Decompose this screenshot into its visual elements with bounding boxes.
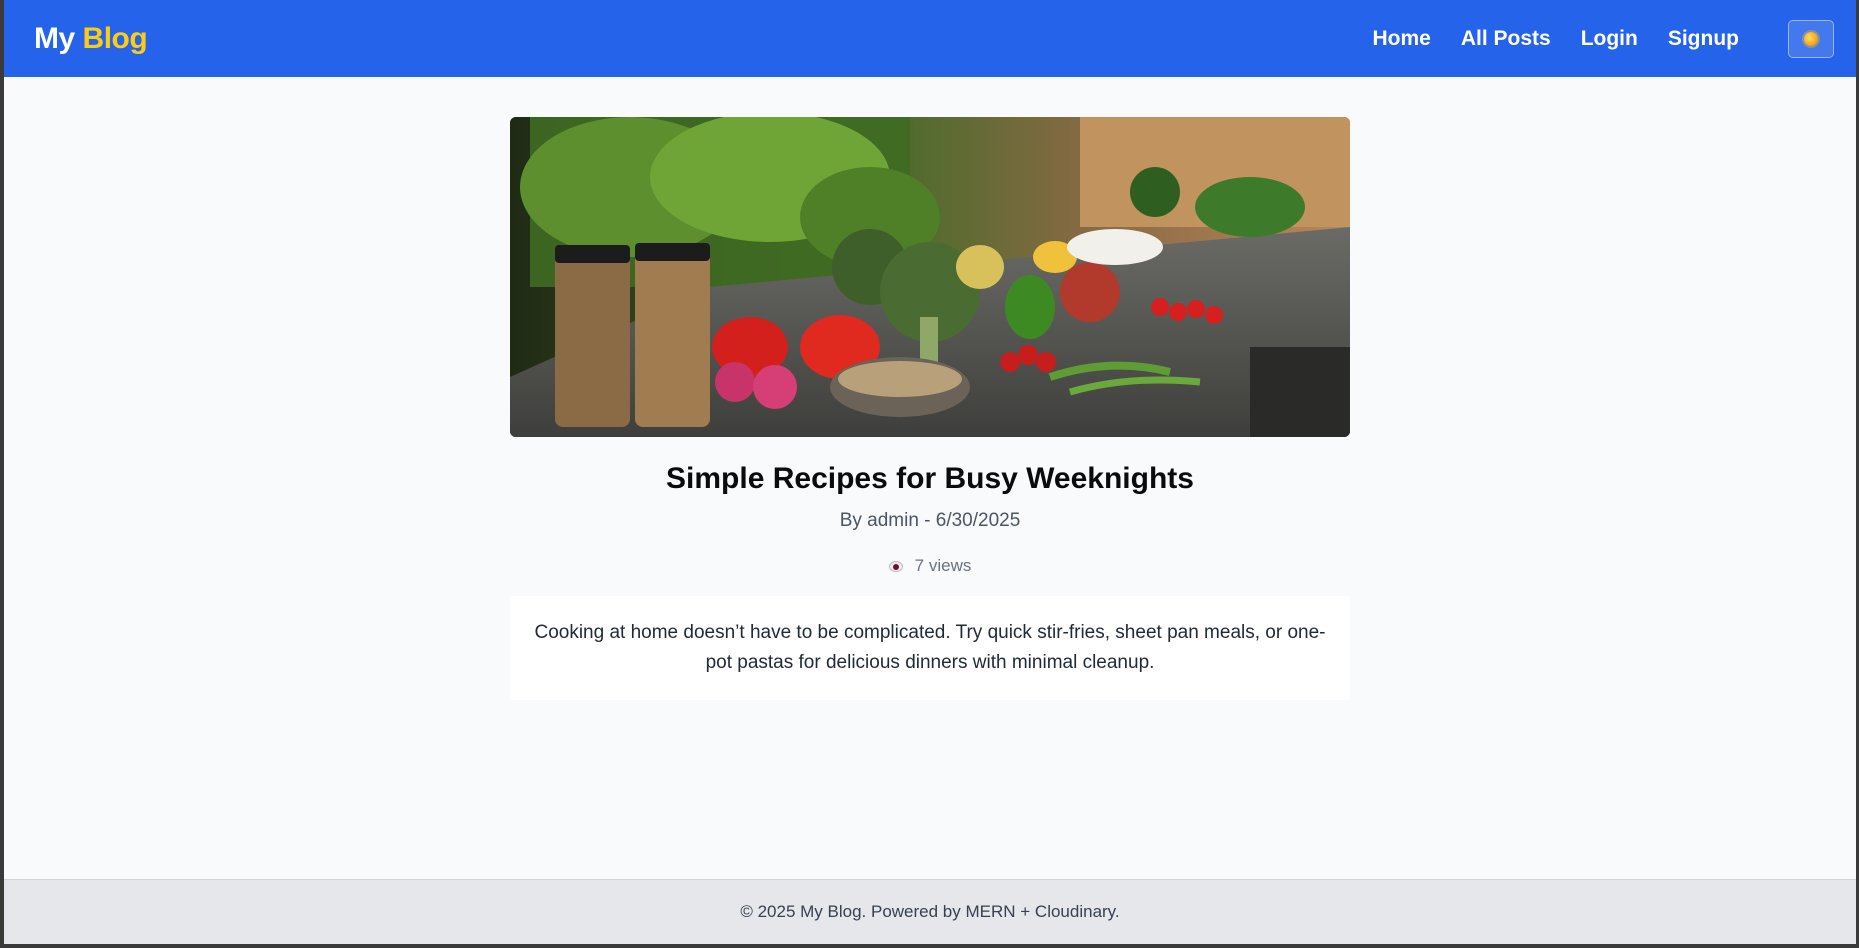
views-count: 7 views <box>914 556 972 575</box>
post-views: 7 views <box>888 556 972 576</box>
post-hero-image <box>510 117 1350 437</box>
brand-accent: Blog <box>82 21 148 55</box>
post-content: Cooking at home doesn’t have to be compl… <box>510 596 1350 700</box>
nav-login-link[interactable]: Login <box>1581 27 1638 51</box>
nav-signup-link[interactable]: Signup <box>1668 27 1739 51</box>
post-detail: Simple Recipes for Busy Weeknights By ad… <box>510 117 1350 700</box>
post-meta: By admin - 6/30/2025 <box>839 510 1021 531</box>
eye-icon <box>888 560 903 572</box>
browser-viewport: My Blog Home All Posts Login Signup Simp… <box>4 0 1856 944</box>
footer-text: © 2025 My Blog. Powered by MERN + Cloudi… <box>740 902 1120 921</box>
theme-toggle-button[interactable] <box>1788 19 1834 58</box>
footer: © 2025 My Blog. Powered by MERN + Cloudi… <box>4 879 1856 944</box>
nav-home-link[interactable]: Home <box>1372 27 1430 51</box>
post-title: Simple Recipes for Busy Weeknights <box>666 462 1194 495</box>
kitchen-vegetables-illustration <box>510 117 1350 437</box>
brand-logo[interactable]: My Blog <box>34 21 148 56</box>
nav-all-posts-link[interactable]: All Posts <box>1461 27 1551 51</box>
navbar: My Blog Home All Posts Login Signup <box>4 0 1856 77</box>
brand-primary: My <box>34 21 75 55</box>
sun-icon <box>1804 31 1818 46</box>
nav-links: Home All Posts Login Signup <box>1342 19 1834 58</box>
